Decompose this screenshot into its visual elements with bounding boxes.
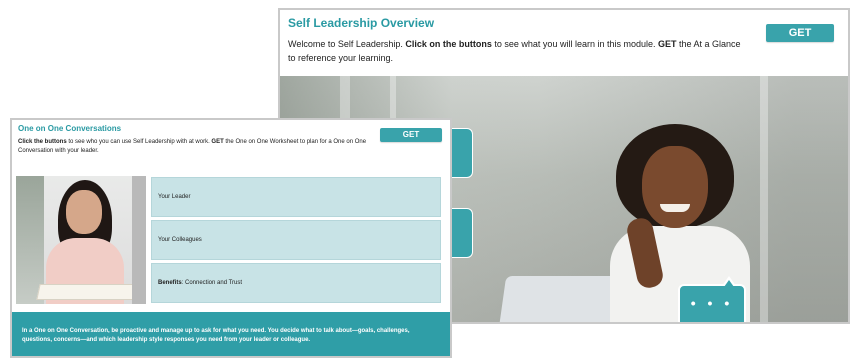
- intro-text-bold: GET: [658, 39, 677, 49]
- open-book: [36, 284, 138, 300]
- banner-text: In a One on One Conversation, be proacti…: [22, 328, 410, 343]
- laptop-illustration: [497, 276, 627, 322]
- option-label: : Connection and Trust: [181, 280, 243, 286]
- intro-text-bold: GET: [211, 139, 224, 145]
- intro-text-segment: Welcome to Self Leadership.: [288, 39, 406, 49]
- intro-text-bold: Click on the buttons: [405, 39, 492, 49]
- intro-text-segment: to see what you will learn in this modul…: [491, 39, 658, 49]
- woman-portrait-photo: [16, 176, 146, 304]
- get-at-a-glance-button[interactable]: GET: [766, 24, 834, 42]
- woman-smile: [660, 204, 690, 212]
- woman-face: [66, 190, 102, 234]
- get-worksheet-button[interactable]: GET: [380, 128, 442, 142]
- info-banner: In a One on One Conversation, be proacti…: [12, 312, 450, 356]
- woman-face: [642, 146, 708, 228]
- option-your-leader[interactable]: Your Leader: [151, 177, 441, 217]
- option-label: Your Colleagues: [158, 237, 202, 243]
- option-label-bold: Benefits: [158, 280, 182, 286]
- option-your-colleagues[interactable]: Your Colleagues: [151, 220, 441, 260]
- window-frame: [760, 76, 768, 322]
- option-label: Your Leader: [158, 194, 191, 200]
- one-on-one-conversations-slide: One on One Conversations Click the butto…: [10, 118, 452, 358]
- page-title: Self Leadership Overview: [288, 16, 435, 30]
- intro-text-bold: Click the buttons: [18, 139, 67, 145]
- speech-bubble-button[interactable]: • • •: [678, 276, 746, 322]
- intro-text: Click the buttons to see who you can use…: [18, 138, 378, 156]
- option-benefits[interactable]: Benefits: Connection and Trust: [151, 263, 441, 303]
- page-title: One on One Conversations: [18, 124, 122, 133]
- intro-text: Welcome to Self Leadership. Click on the…: [288, 37, 748, 65]
- options-list: Your Leader Your Colleagues Benefits: Co…: [151, 177, 441, 306]
- intro-text-segment: to see who you can use Self Leadership w…: [66, 139, 212, 145]
- photo-edge: [132, 176, 146, 304]
